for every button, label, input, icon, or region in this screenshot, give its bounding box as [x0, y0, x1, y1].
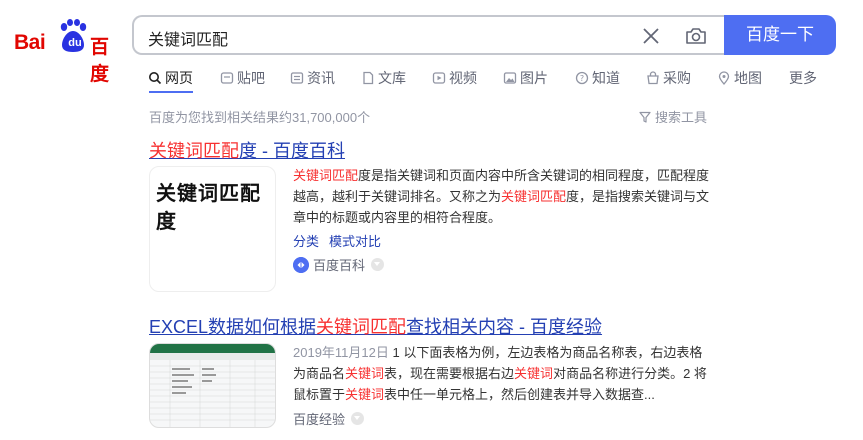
tab-label: 视频	[449, 70, 477, 86]
search-tools-button[interactable]: 搜索工具	[639, 107, 707, 126]
result-1-thumbnail[interactable]: 关键词匹配度	[149, 166, 276, 292]
result-title-text: 度 - 百度百科	[239, 141, 345, 161]
tab-label: 更多	[789, 70, 817, 86]
tab-more[interactable]: 更多	[789, 68, 817, 88]
abstract-highlight: 关键词匹配	[293, 168, 359, 183]
doc-icon	[363, 71, 374, 85]
result-1-sublinks: 分类 模式对比	[293, 231, 391, 250]
tab-label: 采购	[663, 70, 691, 86]
filter-icon	[639, 111, 651, 123]
logo-text-du: du	[68, 37, 82, 49]
shop-icon	[647, 71, 659, 85]
tab-zhidao[interactable]: ? 知道	[575, 68, 620, 88]
search-tools-label: 搜索工具	[655, 110, 708, 125]
tab-caigou[interactable]: 采购	[646, 68, 691, 88]
camera-icon[interactable]	[684, 24, 708, 48]
tab-label: 贴吧	[237, 70, 265, 86]
source-name[interactable]: 百度百科	[313, 255, 365, 274]
result-2-title-link[interactable]: EXCEL数据如何根据关键词匹配查找相关内容 - 百度经验	[149, 313, 602, 339]
baike-icon	[293, 256, 309, 273]
result-1-abstract: 关键词匹配度是指关键词和页面内容中所含关键词的相同程度，匹配程度越高，越利于关键…	[293, 165, 713, 228]
tab-tieba[interactable]: 贴吧	[220, 68, 265, 88]
abstract-highlight: 关键词匹配	[501, 189, 567, 204]
svg-text:?: ?	[580, 74, 584, 83]
baidu-logo[interactable]: Bai du 百度	[14, 17, 118, 85]
source-name[interactable]: 百度经验	[293, 409, 345, 428]
result-2-abstract: 2019年11月12日 1 以下面表格为例，左边表格为商品名称表，右边表格为商品…	[293, 342, 713, 405]
result-title-highlight: 关键词匹配	[316, 317, 407, 337]
tab-label: 网页	[165, 70, 193, 86]
tab-label: 地图	[734, 70, 762, 86]
tab-label: 图片	[520, 70, 548, 86]
active-tab-indicator	[149, 91, 193, 93]
abstract-text: 表中任一单元格上，然后创建表并导入数据查...	[384, 387, 655, 402]
chevron-down-icon[interactable]	[371, 258, 385, 271]
tieba-icon	[220, 72, 234, 84]
question-icon: ?	[575, 71, 589, 85]
tab-label: 知道	[592, 70, 620, 86]
abstract-highlight: 关键词	[345, 387, 385, 402]
result-count: 百度为您找到相关结果约31,700,000个	[149, 110, 371, 125]
abstract-text: 表，现在需要根据右边	[384, 366, 515, 381]
search-input[interactable]: 关键词匹配	[132, 15, 726, 55]
search-icon	[149, 72, 162, 85]
tab-image[interactable]: 图片	[503, 68, 548, 88]
tab-video[interactable]: 视频	[432, 68, 477, 88]
map-icon	[718, 71, 730, 85]
result-title-text: 查找相关内容 - 百度经验	[406, 317, 603, 337]
result-date: 2019年11月12日	[293, 345, 389, 360]
sublink-mode-compare[interactable]: 模式对比	[329, 234, 381, 249]
result-title-highlight: 关键词匹配	[149, 141, 239, 161]
abstract-highlight: 关键词	[514, 366, 554, 381]
result-2-source: 百度经验	[293, 409, 365, 428]
spreadsheet-thumbnail	[150, 344, 275, 427]
news-icon	[290, 72, 304, 84]
sublink-category[interactable]: 分类	[293, 234, 319, 249]
tab-web[interactable]: 网页	[148, 68, 193, 88]
tab-wenku[interactable]: 文库	[361, 68, 406, 88]
result-2-thumbnail[interactable]	[149, 343, 276, 428]
tab-map[interactable]: 地图	[717, 68, 762, 88]
result-title-text: EXCEL数据如何根据	[149, 317, 317, 337]
abstract-highlight: 关键词	[345, 366, 385, 381]
search-query-text: 关键词匹配	[148, 32, 229, 49]
logo-text-bai: Bai	[14, 31, 46, 54]
logo-text-baidu: 百度	[90, 37, 110, 85]
tab-news[interactable]: 资讯	[290, 68, 335, 88]
clear-icon[interactable]	[640, 25, 662, 47]
tab-label: 资讯	[307, 70, 335, 86]
image-icon	[503, 72, 517, 84]
thumbnail-text: 关键词匹配度	[156, 181, 261, 233]
tab-label: 文库	[378, 70, 406, 86]
search-button[interactable]: 百度一下	[724, 15, 836, 55]
result-1-title-link[interactable]: 关键词匹配度 - 百度百科	[149, 137, 345, 163]
chevron-down-icon[interactable]	[351, 412, 365, 425]
video-icon	[432, 72, 446, 84]
result-1-source: 百度百科	[293, 255, 385, 274]
